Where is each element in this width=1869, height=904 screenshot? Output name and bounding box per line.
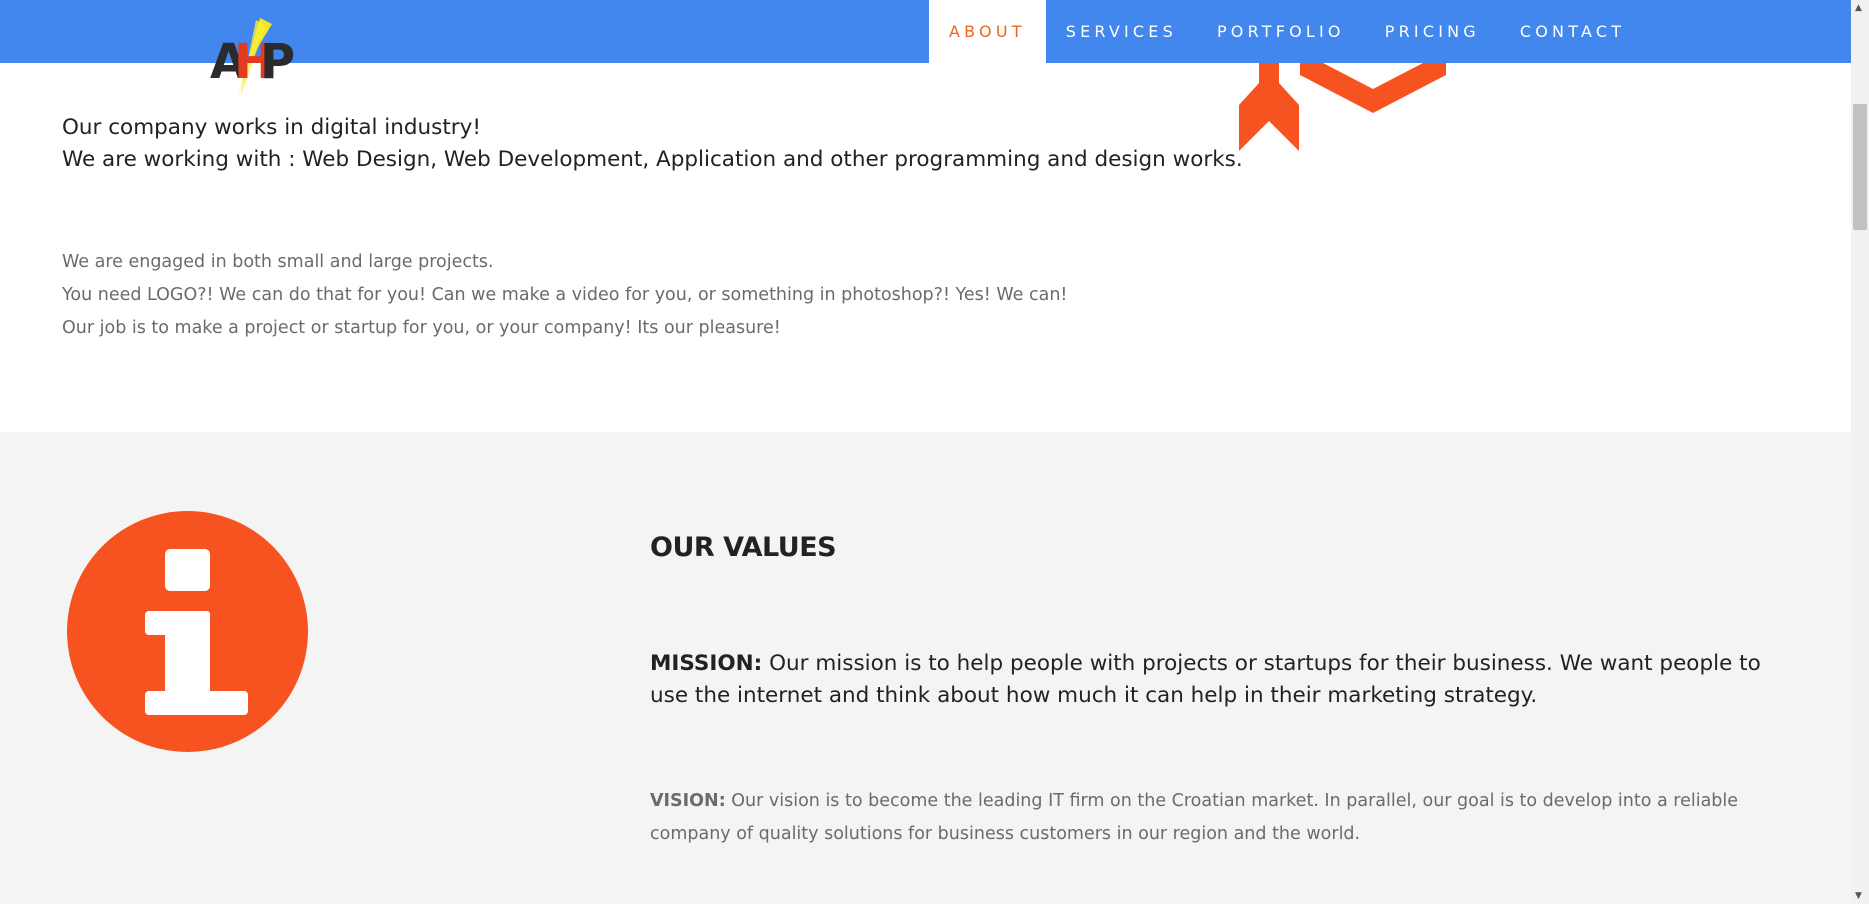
intro-paragraph-line: You need LOGO?! We can do that for you! … [62,285,1068,305]
svg-text:P: P [260,34,294,90]
vision-label: VISION: [650,791,726,811]
intro-paragraph-line: Our job is to make a project or startup … [62,318,781,338]
scroll-up-arrow-icon[interactable]: ▲ [1855,3,1862,13]
mission-text: Our mission is to help people with proje… [650,651,1761,708]
info-icon [67,511,308,752]
company-logo[interactable]: A H P [210,16,298,102]
vertical-scrollbar[interactable]: ▲ ▼ [1851,0,1869,904]
decorative-graphic [1239,63,1446,151]
nav-item-contact[interactable]: CONTACT [1500,0,1645,63]
values-title: OUR VALUES [650,532,837,563]
mission-label: MISSION: [650,651,763,676]
scrollbar-thumb[interactable] [1853,104,1867,230]
intro-headline-1: Our company works in digital industry! [62,115,481,140]
nav-item-portfolio[interactable]: PORTFOLIO [1197,0,1365,63]
intro-headline-2: We are working with : Web Design, Web De… [62,147,1243,172]
vision-statement: VISION: Our vision is to become the lead… [650,785,1800,851]
intro-paragraph-line: We are engaged in both small and large p… [62,252,494,272]
vision-text: Our vision is to become the leading IT f… [650,791,1739,844]
main-nav: ABOUT SERVICES PORTFOLIO PRICING CONTACT [929,0,1645,63]
scroll-down-arrow-icon[interactable]: ▼ [1855,891,1862,901]
nav-item-about[interactable]: ABOUT [929,0,1046,63]
mission-statement: MISSION: Our mission is to help people w… [650,648,1800,712]
nav-item-pricing[interactable]: PRICING [1365,0,1500,63]
nav-item-services[interactable]: SERVICES [1046,0,1197,63]
